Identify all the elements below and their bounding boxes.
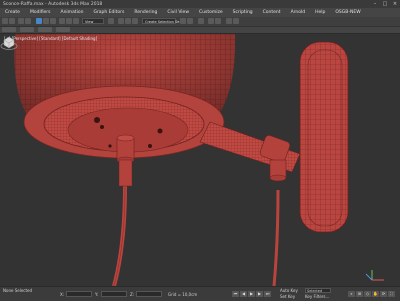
y-coordinate-field[interactable] <box>101 291 127 297</box>
minimize-button[interactable]: – <box>370 0 380 8</box>
socket-collar-left <box>116 137 135 161</box>
menu-create[interactable]: Create <box>0 10 25 15</box>
menu-rendering[interactable]: Rendering <box>129 10 162 15</box>
go-to-end-icon[interactable]: ⏭ <box>264 291 271 297</box>
material-editor-icon[interactable] <box>215 18 221 24</box>
view-dropdown[interactable]: View <box>82 18 104 24</box>
menu-arnold[interactable]: Arnold <box>286 10 311 15</box>
maximize-button[interactable]: □ <box>380 0 390 8</box>
pan-icon[interactable]: ✋ <box>372 291 379 297</box>
ribbon-tab[interactable] <box>2 27 16 32</box>
menu-scripting[interactable]: Scripting <box>228 10 258 15</box>
auto-key-label[interactable]: Auto Key <box>280 288 298 293</box>
link-icon[interactable] <box>18 18 24 24</box>
zoom-all-icon[interactable]: ⊞ <box>356 291 363 297</box>
menu-animation[interactable]: Animation <box>56 10 89 15</box>
maximize-viewport-icon[interactable]: ⛶ <box>388 291 395 297</box>
z-label: Z: <box>130 292 135 297</box>
menu-help[interactable]: Help <box>310 10 330 15</box>
percent-snap-icon[interactable] <box>132 18 138 24</box>
z-coordinate-field[interactable] <box>136 291 162 297</box>
redo-icon[interactable] <box>9 18 15 24</box>
title-bar: Sconce-Raffa.max - Autodesk 3ds Max 2018… <box>0 0 400 8</box>
x-coordinate-field[interactable] <box>66 291 92 297</box>
window-title: Sconce-Raffa.max - Autodesk 3ds Max 2018 <box>3 1 103 7</box>
mirror-icon[interactable] <box>180 18 186 24</box>
cord-right <box>272 189 280 286</box>
curve-editor-icon[interactable] <box>208 18 214 24</box>
menu-graph-editors[interactable]: Graph Editors <box>88 10 129 15</box>
unlink-icon[interactable] <box>25 18 31 24</box>
perspective-viewport[interactable]: [+] [Perspective] [Standard] [Default Sh… <box>0 34 400 286</box>
ribbon-tab[interactable] <box>38 27 52 32</box>
region-select-icon[interactable] <box>50 18 56 24</box>
align-icon[interactable] <box>187 18 193 24</box>
selection-set-dropdown[interactable]: Create Selection Se <box>142 18 179 24</box>
grid-size: Grid = 10,0cm <box>168 292 198 297</box>
pivot-icon[interactable] <box>108 18 114 24</box>
x-label: X: <box>60 292 65 297</box>
menu-content[interactable]: Content <box>258 10 286 15</box>
menu-bar: Create Modifiers Animation Graph Editors… <box>0 8 400 17</box>
main-toolbar: View Create Selection Se <box>0 17 400 27</box>
ribbon-tab[interactable] <box>56 27 70 32</box>
render-icon[interactable] <box>233 18 239 24</box>
render-setup-icon[interactable] <box>226 18 232 24</box>
ribbon-strip <box>0 27 400 33</box>
move-icon[interactable] <box>59 18 65 24</box>
axis-gizmo <box>365 270 384 281</box>
scene-canvas <box>14 34 384 286</box>
select-object-icon[interactable] <box>36 18 42 24</box>
ribbon-tab[interactable] <box>20 27 34 32</box>
menu-civil-view[interactable]: Civil View <box>162 10 194 15</box>
menu-osgb-new[interactable]: OSGB-NEW <box>330 10 365 15</box>
go-to-start-icon[interactable]: ⏮ <box>232 291 239 297</box>
status-bar: None Selected X: Y: Z: Grid = 10,0cm ⏮ ◀… <box>0 286 400 301</box>
menu-modifiers[interactable]: Modifiers <box>25 10 56 15</box>
scale-icon[interactable] <box>73 18 79 24</box>
next-frame-icon[interactable]: ▶ <box>256 291 263 297</box>
undo-icon[interactable] <box>2 18 8 24</box>
play-icon[interactable]: ▶ <box>248 291 255 297</box>
y-label: Y: <box>95 292 99 297</box>
cord-left <box>112 185 127 286</box>
orbit-icon[interactable]: ⟳ <box>380 291 387 297</box>
zoom-icon[interactable]: ⌕ <box>348 291 355 297</box>
selected-dropdown[interactable]: Selected <box>305 288 331 293</box>
angle-snap-icon[interactable] <box>125 18 131 24</box>
key-filters-button[interactable]: Key Filters... <box>305 294 329 299</box>
viewcube-icon[interactable] <box>0 34 18 52</box>
selection-status: None Selected <box>3 288 33 293</box>
snap-icon[interactable] <box>118 18 124 24</box>
menu-customize[interactable]: Customize <box>194 10 228 15</box>
wall-plate <box>299 41 349 233</box>
selected-value: Selected <box>307 289 323 293</box>
previous-frame-icon[interactable]: ◀ <box>240 291 247 297</box>
close-button[interactable]: × <box>390 0 400 8</box>
set-key-label[interactable]: Set Key <box>280 294 295 299</box>
layer-icon[interactable] <box>198 18 204 24</box>
rotate-icon[interactable] <box>66 18 72 24</box>
window-controls: – □ × <box>370 0 400 8</box>
field-of-view-icon[interactable]: ◇ <box>364 291 371 297</box>
select-by-name-icon[interactable] <box>43 18 49 24</box>
